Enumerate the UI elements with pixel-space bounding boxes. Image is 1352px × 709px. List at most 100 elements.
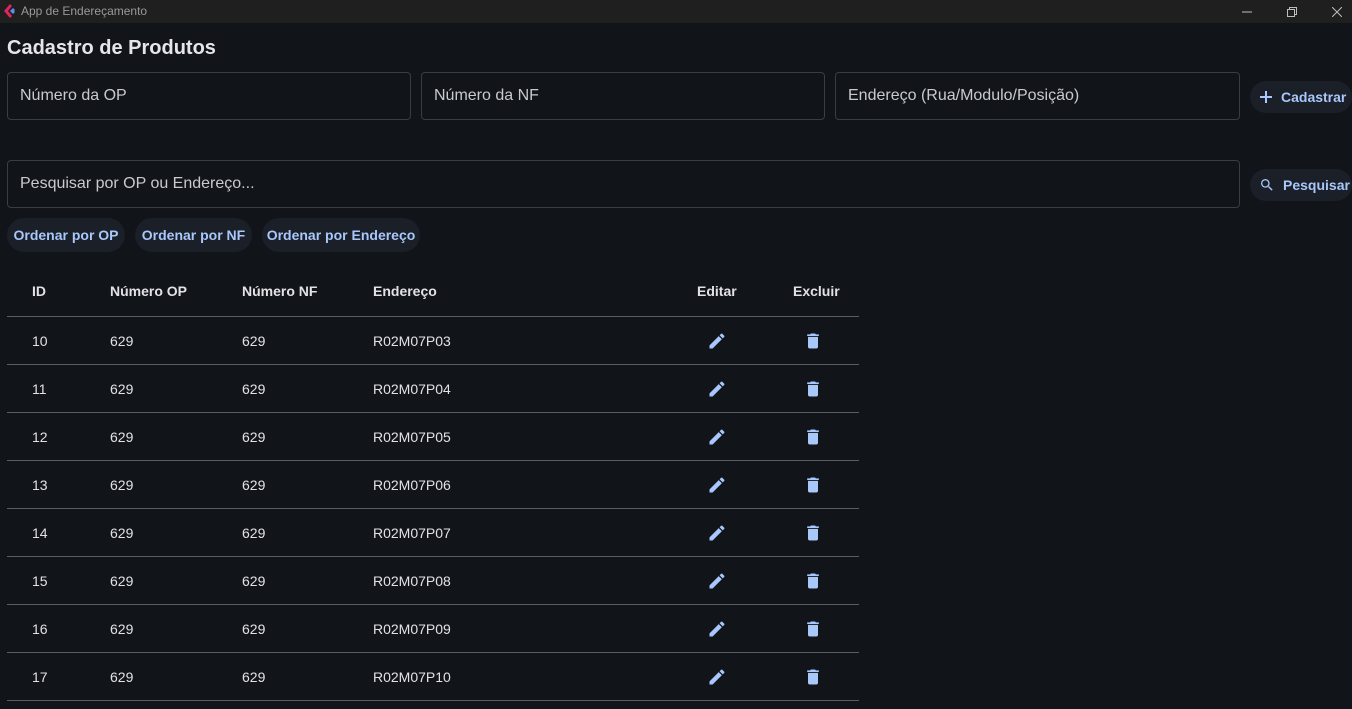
page-title: Cadastro de Produtos [7,37,216,59]
pencil-icon [707,667,727,687]
cell-nf: 629 [242,668,266,685]
edit-button[interactable] [697,605,737,652]
delete-button[interactable] [793,413,833,460]
delete-button[interactable] [793,509,833,556]
pencil-icon [707,427,727,447]
app-logo-icon [4,4,15,18]
cell-endereco: R02M07P07 [373,524,451,541]
header-endereco: Endereço [373,282,437,299]
edit-button[interactable] [697,317,737,364]
cell-id: 16 [32,620,48,637]
window-title-bar: App de Endereçamento [0,0,1352,23]
edit-button[interactable] [697,413,737,460]
cadastrar-label: Cadastrar [1281,89,1347,105]
cell-id: 12 [32,428,48,445]
search-icon [1259,177,1275,193]
cell-id: 11 [32,380,47,397]
close-icon [1332,6,1342,17]
cell-id: 14 [32,524,48,541]
table-body: 10 629 629 R02M07P03 11 629 629 R02M07P04 12 629 6… [7,317,859,701]
header-nf: Número NF [242,282,318,299]
table-row: 12 629 629 R02M07P05 [7,413,859,461]
edit-button[interactable] [697,509,737,556]
edit-button[interactable] [697,461,737,508]
cell-id: 15 [32,572,48,589]
search-button[interactable]: Pesquisar [1250,169,1352,201]
trash-icon [803,379,823,399]
cell-nf: 629 [242,572,266,589]
delete-button[interactable] [793,317,833,364]
cell-nf: 629 [242,524,266,541]
pencil-icon [707,331,727,351]
header-editar: Editar [697,282,737,299]
window-title: App de Endereçamento [21,4,148,18]
search-button-label: Pesquisar [1283,177,1350,193]
cell-op: 629 [110,428,134,445]
cell-endereco: R02M07P05 [373,428,451,445]
plus-icon [1259,90,1273,104]
restore-icon [1287,6,1297,17]
close-button[interactable] [1314,0,1352,23]
trash-icon [803,619,823,639]
pencil-icon [707,379,727,399]
trash-icon [803,427,823,447]
table-row: 10 629 629 R02M07P03 [7,317,859,365]
cell-op: 629 [110,620,134,637]
minimize-button[interactable] [1224,0,1270,23]
search-field-container [7,160,1240,208]
cadastrar-button[interactable]: Cadastrar [1250,81,1352,113]
sort-by-nf-button[interactable]: Ordenar por NF [135,218,252,252]
minimize-icon [1242,11,1252,12]
cell-nf: 629 [242,380,266,397]
sort-by-endereco-button[interactable]: Ordenar por Endereço [262,218,420,252]
trash-icon [803,475,823,495]
cell-nf: 629 [242,476,266,493]
cell-op: 629 [110,572,134,589]
cell-endereco: R02M07P10 [373,668,451,685]
pencil-icon [707,571,727,591]
restore-button[interactable] [1269,0,1315,23]
table-row: 14 629 629 R02M07P07 [7,509,859,557]
delete-button[interactable] [793,605,833,652]
pencil-icon [707,475,727,495]
pencil-icon [707,619,727,639]
search-input[interactable] [20,161,1239,207]
cell-nf: 629 [242,428,266,445]
nf-number-input[interactable] [434,73,824,119]
table-row: 16 629 629 R02M07P09 [7,605,859,653]
delete-button[interactable] [793,653,833,700]
table-row: 11 629 629 R02M07P04 [7,365,859,413]
edit-button[interactable] [697,557,737,604]
table-row: 17 629 629 R02M07P10 [7,653,859,701]
pencil-icon [707,523,727,543]
endereco-field-container [835,72,1240,120]
cell-endereco: R02M07P08 [373,572,451,589]
delete-button[interactable] [793,365,833,412]
cell-id: 17 [32,668,48,685]
table-row: 13 629 629 R02M07P06 [7,461,859,509]
cell-nf: 629 [242,620,266,637]
table-header: ID Número OP Número NF Endereço Editar E… [7,265,859,317]
cell-endereco: R02M07P04 [373,380,451,397]
header-id: ID [32,282,46,299]
edit-button[interactable] [697,653,737,700]
cell-op: 629 [110,524,134,541]
delete-button[interactable] [793,557,833,604]
trash-icon [803,523,823,543]
delete-button[interactable] [793,461,833,508]
cell-id: 10 [32,332,48,349]
edit-button[interactable] [697,365,737,412]
trash-icon [803,571,823,591]
nf-field-container [421,72,825,120]
cell-op: 629 [110,380,134,397]
cell-op: 629 [110,332,134,349]
cell-endereco: R02M07P09 [373,620,451,637]
cell-op: 629 [110,668,134,685]
sort-by-op-button[interactable]: Ordenar por OP [7,218,125,252]
endereco-input[interactable] [848,73,1239,119]
products-table: ID Número OP Número NF Endereço Editar E… [7,265,859,701]
trash-icon [803,331,823,351]
trash-icon [803,667,823,687]
cell-endereco: R02M07P03 [373,332,451,349]
op-number-input[interactable] [20,73,410,119]
